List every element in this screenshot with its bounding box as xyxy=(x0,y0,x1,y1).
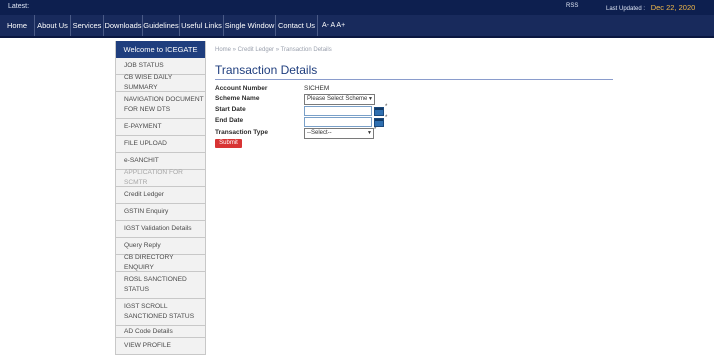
nav-guidelines[interactable]: Guidelines xyxy=(143,15,180,36)
chevron-down-icon: ▼ xyxy=(368,96,373,102)
scheme-name-selected: Please Select Scheme xyxy=(307,96,368,102)
sidebar-item-credit-ledger[interactable]: Credit Ledger xyxy=(116,187,205,204)
end-date-label: End Date xyxy=(215,117,244,124)
start-date-input[interactable] xyxy=(304,106,372,116)
sidebar-item-ad-code-details[interactable]: AD Code Details xyxy=(116,326,205,338)
nav-downloads[interactable]: Downloads xyxy=(104,15,143,36)
sidebar-welcome: Welcome to ICEGATE xyxy=(116,41,205,58)
transaction-type-select[interactable]: --Select-- ▼ xyxy=(304,128,374,139)
last-updated-label: Last Updated : xyxy=(606,6,646,12)
last-updated: Last Updated : Dec 22, 2020 xyxy=(606,3,695,12)
end-date-input[interactable] xyxy=(304,117,372,127)
account-number-value: SICHEM xyxy=(304,85,330,92)
main-nav: Home About Us Services Downloads Guideli… xyxy=(0,15,714,38)
breadcrumb[interactable]: Home » Credit Ledger » Transaction Detai… xyxy=(215,47,332,53)
required-mark: * xyxy=(374,127,377,133)
nav-services[interactable]: Services xyxy=(71,15,104,36)
nav-single-window[interactable]: Single Window xyxy=(224,15,276,36)
sidebar-item-gstin-enquiry[interactable]: GSTIN Enquiry xyxy=(116,204,205,221)
required-mark: * xyxy=(385,104,388,110)
account-number-label: Account Number xyxy=(215,85,268,92)
sidebar-item-cb-wise-daily-summary[interactable]: CB WISE DAILY SUMMARY xyxy=(116,74,205,92)
transaction-type-label: Transaction Type xyxy=(215,129,268,136)
sidebar-item-application-for-scmtr[interactable]: APPLICATION FOR SCMTR xyxy=(116,169,205,187)
sidebar-item-igst-validation-details[interactable]: IGST Validation Details xyxy=(116,221,205,238)
chevron-down-icon: ▼ xyxy=(367,130,372,136)
nav-about-us[interactable]: About Us xyxy=(35,15,71,36)
scheme-name-label: Scheme Name xyxy=(215,95,260,102)
rss-link[interactable]: RSS xyxy=(566,3,578,9)
required-mark: * xyxy=(385,115,388,121)
page-title: Transaction Details xyxy=(215,63,318,77)
sidebar: Welcome to ICEGATE JOB STATUS CB WISE DA… xyxy=(115,41,206,355)
font-size-controls[interactable]: A- A A+ xyxy=(322,15,345,36)
sidebar-item-file-upload[interactable]: FILE UPLOAD xyxy=(116,136,205,153)
calendar-icon[interactable] xyxy=(374,107,384,116)
sidebar-item-query-reply[interactable]: Query Reply xyxy=(116,238,205,255)
start-date-label: Start Date xyxy=(215,106,246,113)
sidebar-item-view-profile[interactable]: VIEW PROFILE xyxy=(116,338,205,355)
sidebar-item-e-sanchit[interactable]: e-SANCHIT xyxy=(116,153,205,170)
latest-label: Latest: xyxy=(8,3,30,10)
calendar-icon[interactable] xyxy=(374,118,384,127)
sidebar-item-igst-scroll-sanctioned-status[interactable]: IGST SCROLL SANCTIONED STATUS xyxy=(116,299,205,326)
last-updated-date: Dec 22, 2020 xyxy=(650,3,696,12)
title-divider xyxy=(215,79,613,80)
nav-useful-links[interactable]: Useful Links xyxy=(180,15,224,36)
sidebar-item-cb-directory-enquiry[interactable]: CB DIRECTORY ENQUIRY xyxy=(116,254,205,272)
sidebar-item-job-status[interactable]: JOB STATUS xyxy=(116,58,205,75)
nav-contact-us[interactable]: Contact Us xyxy=(276,15,318,36)
submit-button[interactable]: Submit xyxy=(215,139,242,148)
sidebar-item-navigation-document[interactable]: NAVIGATION DOCUMENT FOR NEW DTS xyxy=(116,92,205,119)
sidebar-item-rosl-sanctioned-status[interactable]: ROSL SANCTIONED STATUS xyxy=(116,272,205,299)
nav-home[interactable]: Home xyxy=(0,15,35,36)
transaction-type-selected: --Select-- xyxy=(307,130,332,136)
sidebar-item-e-payment[interactable]: E-PAYMENT xyxy=(116,119,205,136)
top-bar: Latest: RSS Last Updated : Dec 22, 2020 xyxy=(0,0,714,15)
scheme-name-select[interactable]: Please Select Scheme ▼ xyxy=(304,94,375,105)
